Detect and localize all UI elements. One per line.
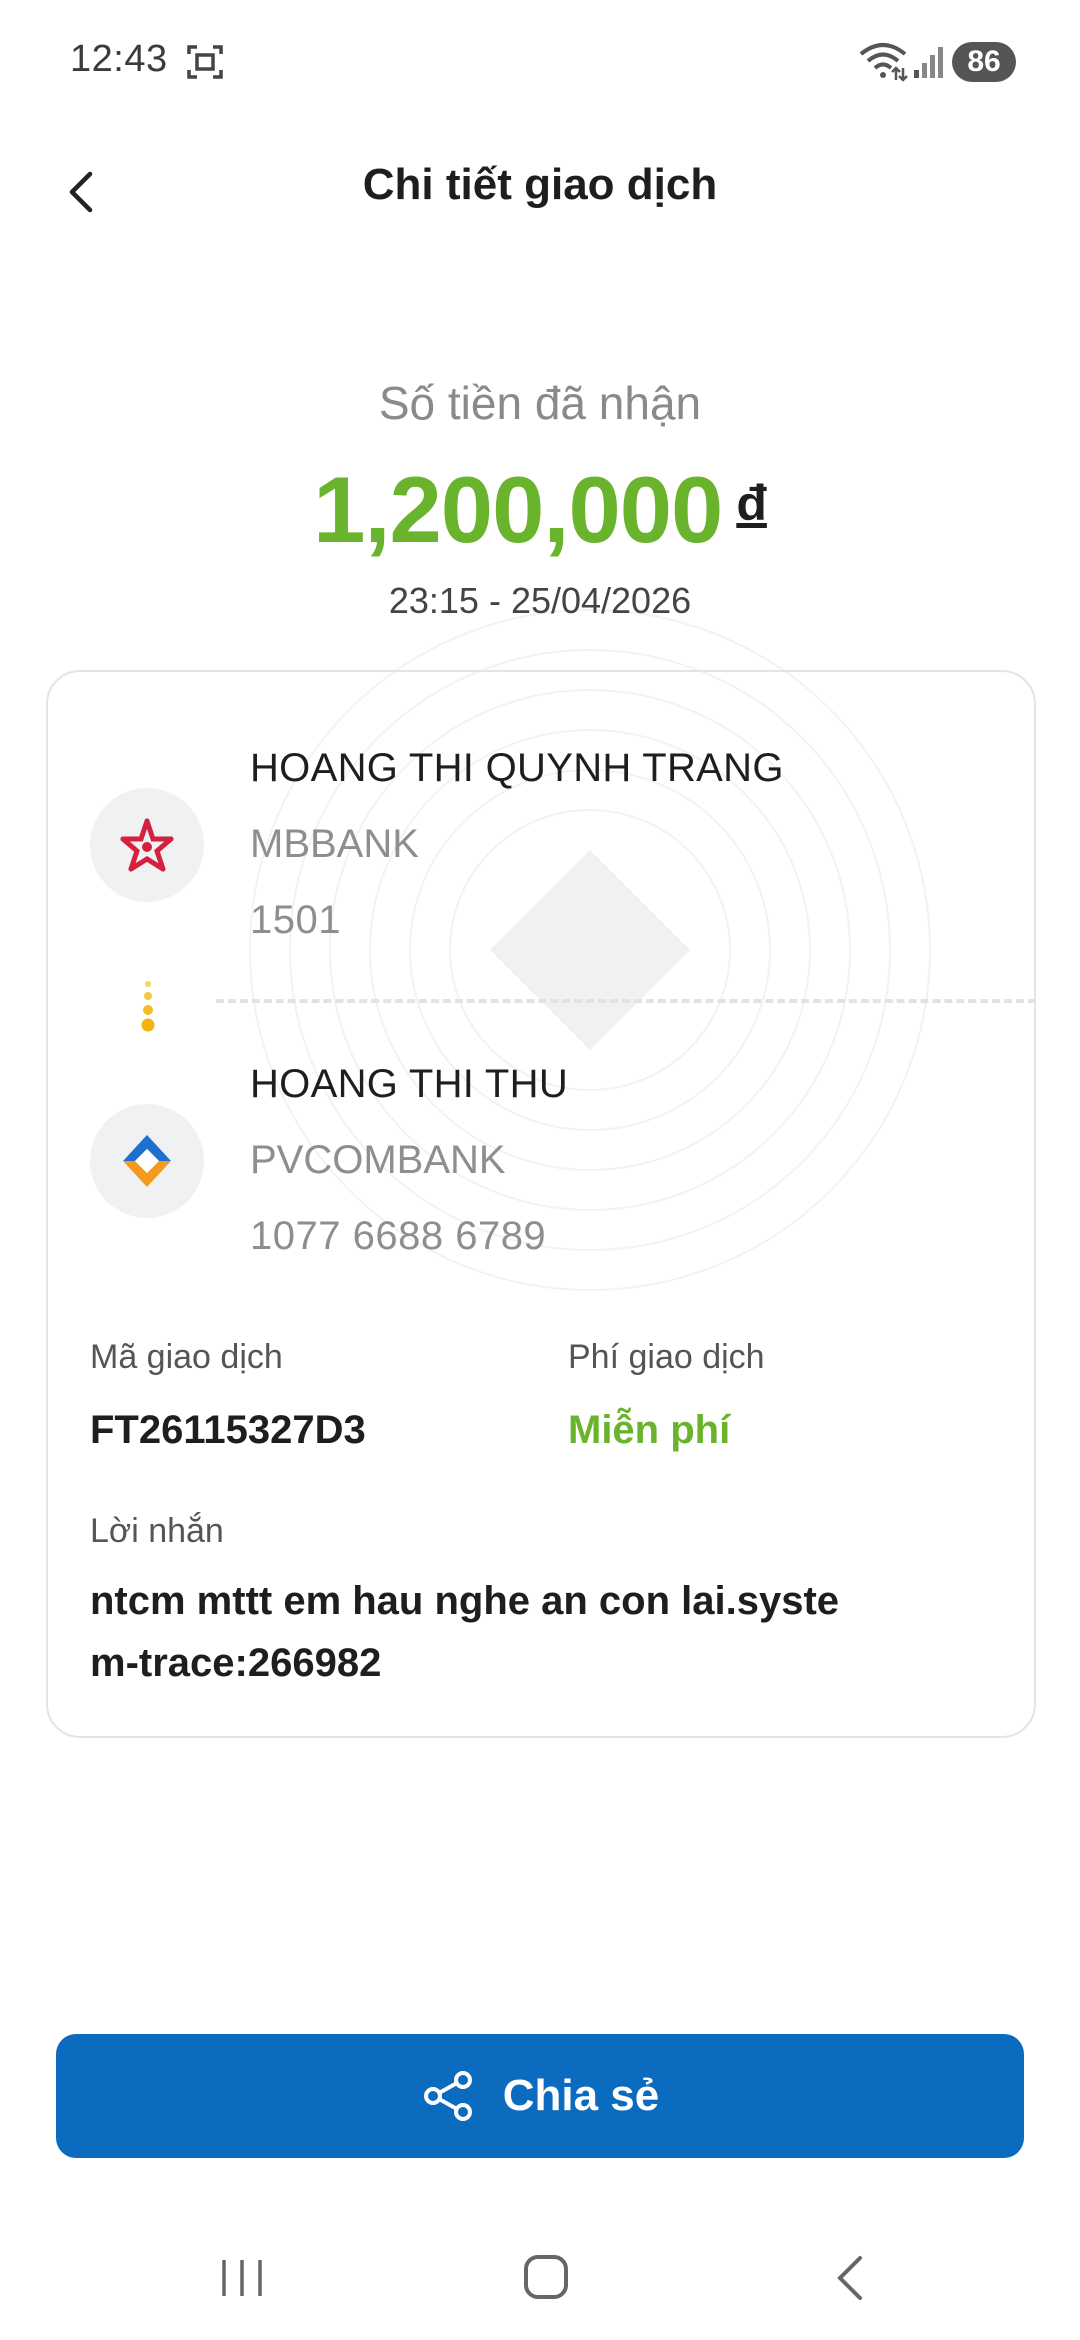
receiver-bank: PVCOMBANK (250, 1138, 506, 1182)
sender-name: HOANG THI QUYNH TRANG (250, 746, 784, 790)
receiver-name: HOANG THI THU (250, 1062, 569, 1106)
back-nav-icon[interactable] (832, 2252, 868, 2304)
sender-bank: MBBANK (250, 822, 419, 866)
signal-icon (914, 47, 943, 78)
share-button[interactable]: Chia sẻ (56, 2034, 1024, 2158)
sender-account: 1501 (250, 898, 341, 942)
amount-row: 1,200,000 đ (0, 456, 1080, 564)
home-icon[interactable] (522, 2252, 570, 2302)
receiver-account: 1077 6688 6789 (250, 1214, 547, 1258)
amount-value: 1,200,000 (313, 457, 723, 562)
status-bar: 12:43 86 (0, 0, 1080, 120)
status-time: 12:43 (70, 38, 168, 80)
transaction-id-value: FT26115327D3 (90, 1408, 366, 1452)
mbbank-star-icon (120, 818, 174, 872)
currency-symbol: đ (736, 475, 767, 531)
message-text: ntcm mttt em hau nghe an con lai.system-… (90, 1579, 840, 1685)
page-title: Chi tiết giao dịch (362, 160, 718, 209)
sender-bank-logo (90, 788, 204, 902)
share-label: Chia sẻ (502, 2071, 660, 2120)
recent-apps-icon[interactable] (218, 2256, 268, 2300)
amount-label: Số tiền đã nhận (378, 377, 702, 429)
pvcombank-logo-icon (123, 1135, 171, 1187)
transaction-timestamp: 23:15 - 25/04/2026 (388, 580, 692, 621)
transfer-flow-dots (141, 981, 155, 1032)
wifi-icon (859, 43, 908, 82)
message-label: Lời nhắn (90, 1512, 224, 1550)
screenshot-icon (187, 45, 223, 79)
share-icon (423, 2071, 472, 2121)
receiver-bank-logo (90, 1104, 204, 1218)
fee-value: Miễn phí (568, 1408, 731, 1452)
battery-indicator: 86 (952, 42, 1016, 82)
transaction-detail-screen: 12:43 86 Chi tiết giao dịch HOANG THI QU… (0, 0, 1080, 2340)
fee-label: Phí giao dịch (568, 1338, 765, 1376)
party-divider (216, 999, 1036, 1003)
transaction-id-label: Mã giao dịch (90, 1338, 283, 1376)
